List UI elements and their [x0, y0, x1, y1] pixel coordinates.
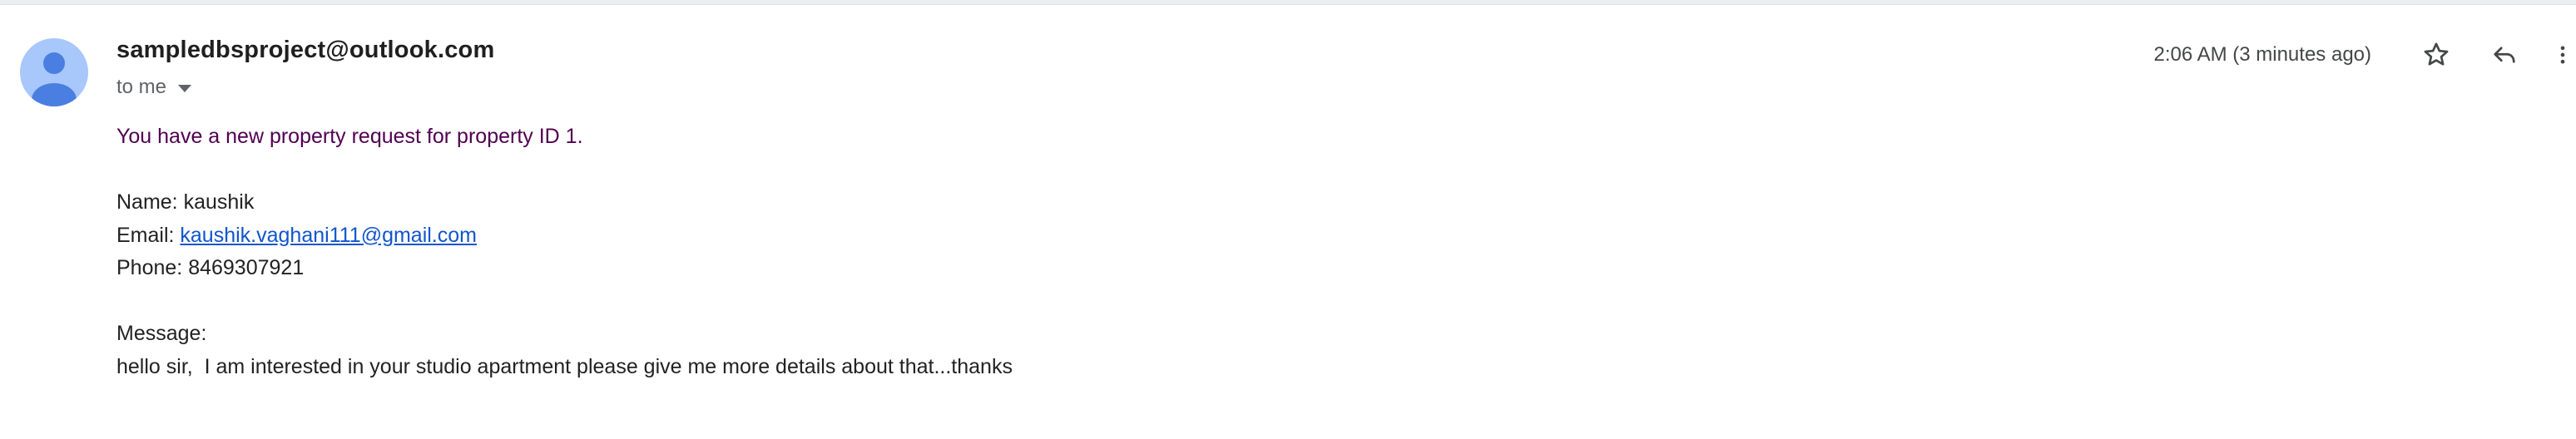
sender-avatar[interactable] [20, 38, 88, 106]
message-text: hello sir, I am interested in your studi… [116, 354, 1013, 378]
message-label: Message: [116, 322, 207, 345]
recipient-label: to me [116, 76, 167, 98]
star-button[interactable] [2418, 37, 2455, 73]
name-label: Name: [116, 190, 184, 214]
person-avatar-icon [32, 52, 77, 106]
star-outline-icon [2424, 42, 2449, 66]
phone-label: Phone: [116, 256, 189, 279]
email-link[interactable]: kaushik.vaghani111@gmail.com [180, 224, 477, 247]
reply-button[interactable] [2486, 37, 2523, 73]
recipient-details-toggle[interactable]: to me [116, 76, 192, 99]
reply-icon [2494, 47, 2515, 63]
more-vert-icon [2560, 46, 2565, 64]
phone-value: 8469307921 [188, 256, 305, 279]
intro-text: You have a new property request for prop… [116, 125, 583, 148]
top-divider [0, 0, 2576, 5]
phone-line: Phone: 8469307921 [116, 252, 1013, 285]
more-options-button[interactable] [2551, 37, 2574, 73]
message-body: You have a new property request for prop… [116, 121, 1013, 383]
sender-address[interactable]: sampledbsproject@outlook.com [116, 37, 494, 64]
chevron-down-icon[interactable] [178, 84, 192, 92]
name-line: Name: kaushik [116, 186, 1013, 220]
email-label: Email: [116, 223, 181, 247]
name-value: kaushik [183, 190, 255, 214]
message-timestamp: 2:06 AM (3 minutes ago) [2153, 43, 2371, 66]
email-line: Email: kaushik.vaghani111@gmail.com [116, 220, 1013, 253]
